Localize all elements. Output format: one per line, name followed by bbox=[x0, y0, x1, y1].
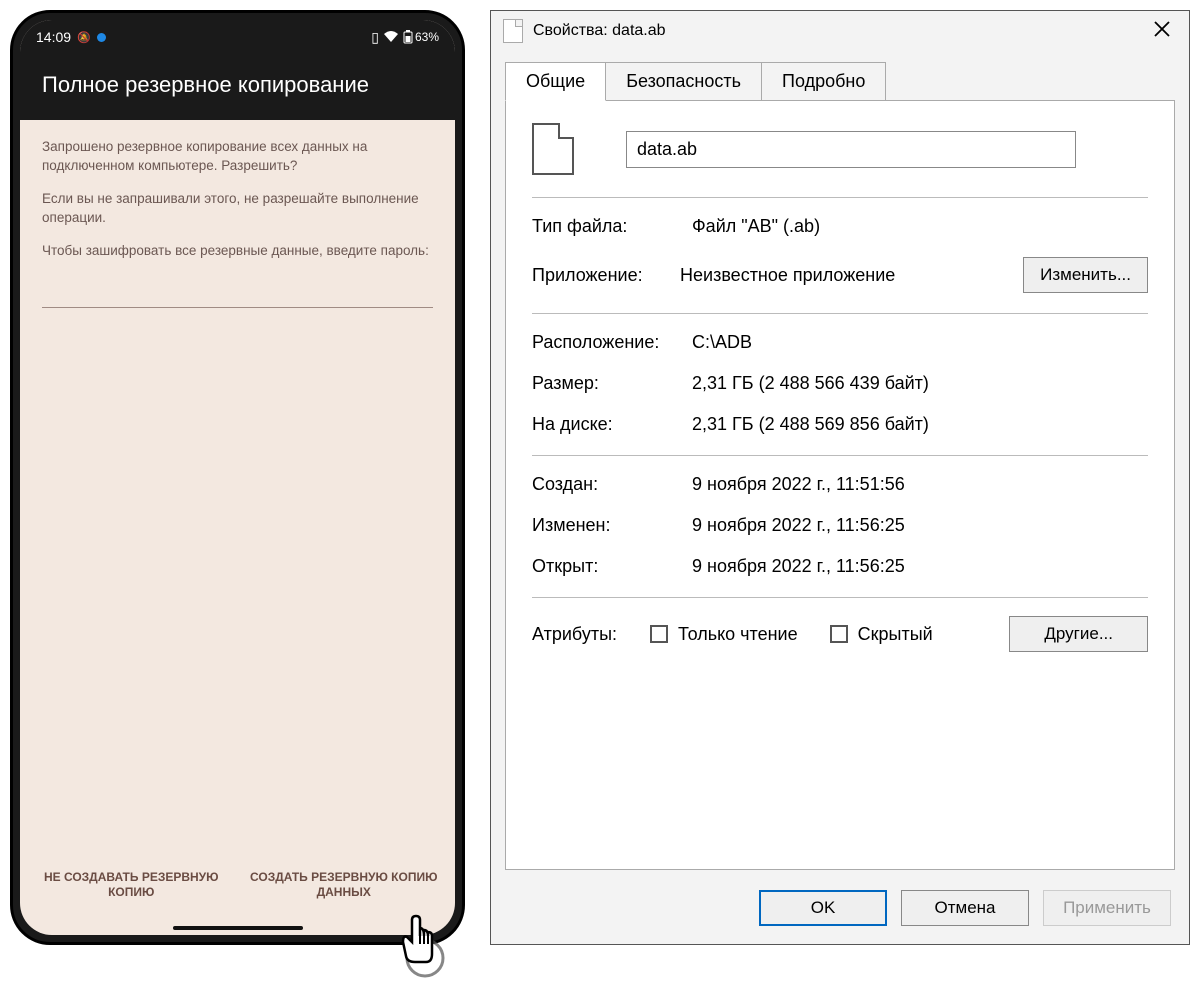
backup-body: Запрошено резервное копирование всех дан… bbox=[20, 120, 455, 852]
apply-button[interactable]: Применить bbox=[1043, 890, 1171, 926]
page-title: Полное резервное копирование bbox=[20, 54, 455, 120]
wifi-icon bbox=[383, 29, 399, 45]
properties-content: Общие Безопасность Подробно Тип файла: Ф… bbox=[491, 51, 1189, 876]
value-accessed: 9 ноября 2022 г., 11:56:25 bbox=[692, 556, 905, 577]
file-icon bbox=[503, 19, 523, 43]
backup-msg-1: Запрошено резервное копирование всех дан… bbox=[42, 138, 433, 176]
deny-backup-button[interactable]: НЕ СОЗДАВАТЬ РЕЗЕРВНУЮ КОПИЮ bbox=[30, 862, 233, 909]
tab-details[interactable]: Подробно bbox=[761, 62, 886, 101]
filename-field[interactable] bbox=[626, 131, 1076, 168]
label-created: Создан: bbox=[532, 474, 692, 495]
value-file-type: Файл "AB" (.ab) bbox=[692, 216, 820, 237]
label-attributes: Атрибуты: bbox=[532, 624, 640, 645]
battery-icon: 63% bbox=[403, 30, 439, 44]
tabs: Общие Безопасность Подробно bbox=[505, 61, 1175, 100]
value-location: C:\ADB bbox=[692, 332, 752, 353]
tab-security[interactable]: Безопасность bbox=[605, 62, 762, 101]
sim-icon: ▯ bbox=[371, 29, 379, 46]
value-app: Неизвестное приложение bbox=[680, 265, 895, 286]
backup-msg-2: Если вы не запрашивали этого, не разреша… bbox=[42, 190, 433, 228]
dialog-footer: OK Отмена Применить bbox=[491, 876, 1189, 944]
file-icon bbox=[532, 123, 574, 175]
value-size: 2,31 ГБ (2 488 566 439 байт) bbox=[692, 373, 929, 394]
divider bbox=[532, 313, 1148, 314]
backup-actions: НЕ СОЗДАВАТЬ РЕЗЕРВНУЮ КОПИЮ СОЗДАТЬ РЕЗ… bbox=[20, 852, 455, 935]
label-app: Приложение: bbox=[532, 265, 680, 286]
label-file-type: Тип файла: bbox=[532, 216, 692, 237]
cancel-button[interactable]: Отмена bbox=[901, 890, 1029, 926]
checkbox-readonly[interactable] bbox=[650, 625, 668, 643]
status-dot-icon bbox=[97, 33, 106, 42]
label-accessed: Открыт: bbox=[532, 556, 692, 577]
label-modified: Изменен: bbox=[532, 515, 692, 536]
change-app-button[interactable]: Изменить... bbox=[1023, 257, 1148, 293]
label-hidden: Скрытый bbox=[858, 624, 933, 645]
tab-panel-general: Тип файла: Файл "AB" (.ab) Приложение: Н… bbox=[505, 100, 1175, 870]
backup-msg-3: Чтобы зашифровать все резервные данные, … bbox=[42, 242, 433, 261]
phone-frame: 14:09 🔕 ▯ 63% Полное резервное копирован… bbox=[10, 10, 465, 945]
notification-muted-icon: 🔕 bbox=[77, 31, 91, 44]
divider bbox=[532, 455, 1148, 456]
nav-handle[interactable] bbox=[173, 926, 303, 930]
other-attributes-button[interactable]: Другие... bbox=[1009, 616, 1148, 652]
label-size: Размер: bbox=[532, 373, 692, 394]
value-modified: 9 ноября 2022 г., 11:56:25 bbox=[692, 515, 905, 536]
status-time: 14:09 bbox=[36, 29, 71, 45]
value-size-on-disk: 2,31 ГБ (2 488 569 856 байт) bbox=[692, 414, 929, 435]
allow-backup-button[interactable]: СОЗДАТЬ РЕЗЕРВНУЮ КОПИЮ ДАННЫХ bbox=[243, 862, 446, 909]
label-size-on-disk: На диске: bbox=[532, 414, 692, 435]
properties-window: Свойства: data.ab Общие Безопасность Под… bbox=[490, 10, 1190, 945]
value-created: 9 ноября 2022 г., 11:51:56 bbox=[692, 474, 905, 495]
divider bbox=[532, 197, 1148, 198]
battery-percent: 63% bbox=[415, 30, 439, 44]
close-icon[interactable] bbox=[1147, 20, 1177, 42]
window-title: Свойства: data.ab bbox=[533, 22, 666, 40]
divider bbox=[532, 597, 1148, 598]
attributes-row: Атрибуты: Только чтение Скрытый Другие..… bbox=[532, 616, 1148, 652]
status-bar: 14:09 🔕 ▯ 63% bbox=[20, 20, 455, 54]
phone-device: 14:09 🔕 ▯ 63% Полное резервное копирован… bbox=[10, 10, 470, 970]
ok-button[interactable]: OK bbox=[759, 890, 887, 926]
checkbox-hidden[interactable] bbox=[830, 625, 848, 643]
phone-screen: 14:09 🔕 ▯ 63% Полное резервное копирован… bbox=[20, 20, 455, 935]
titlebar: Свойства: data.ab bbox=[491, 11, 1189, 51]
tab-general[interactable]: Общие bbox=[505, 62, 606, 101]
label-readonly: Только чтение bbox=[678, 624, 798, 645]
password-field[interactable] bbox=[42, 280, 433, 308]
label-location: Расположение: bbox=[532, 332, 692, 353]
